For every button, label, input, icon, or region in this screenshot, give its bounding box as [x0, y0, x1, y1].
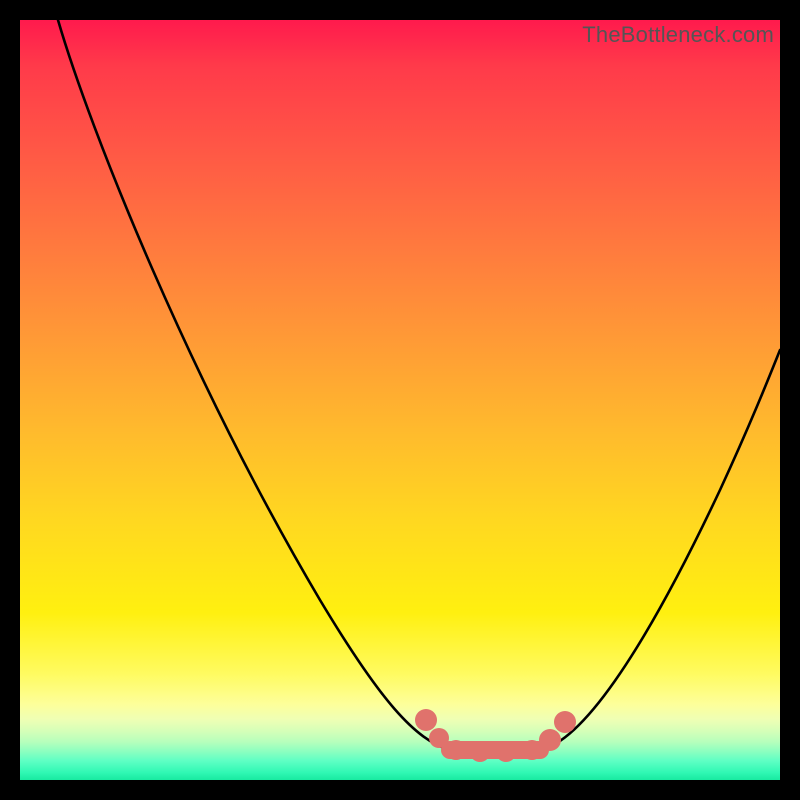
chart-frame: TheBottleneck.com: [0, 0, 800, 800]
marker-dot: [522, 740, 542, 760]
plot-area: TheBottleneck.com: [20, 20, 780, 780]
marker-dot: [470, 742, 490, 762]
marker-dot: [429, 728, 449, 748]
marker-dot: [554, 711, 576, 733]
marker-dot: [539, 729, 561, 751]
chart-overlay: [20, 20, 780, 780]
marker-dot: [415, 709, 437, 731]
bottleneck-curve: [58, 20, 780, 750]
marker-dot: [496, 742, 516, 762]
marker-dot: [446, 740, 466, 760]
